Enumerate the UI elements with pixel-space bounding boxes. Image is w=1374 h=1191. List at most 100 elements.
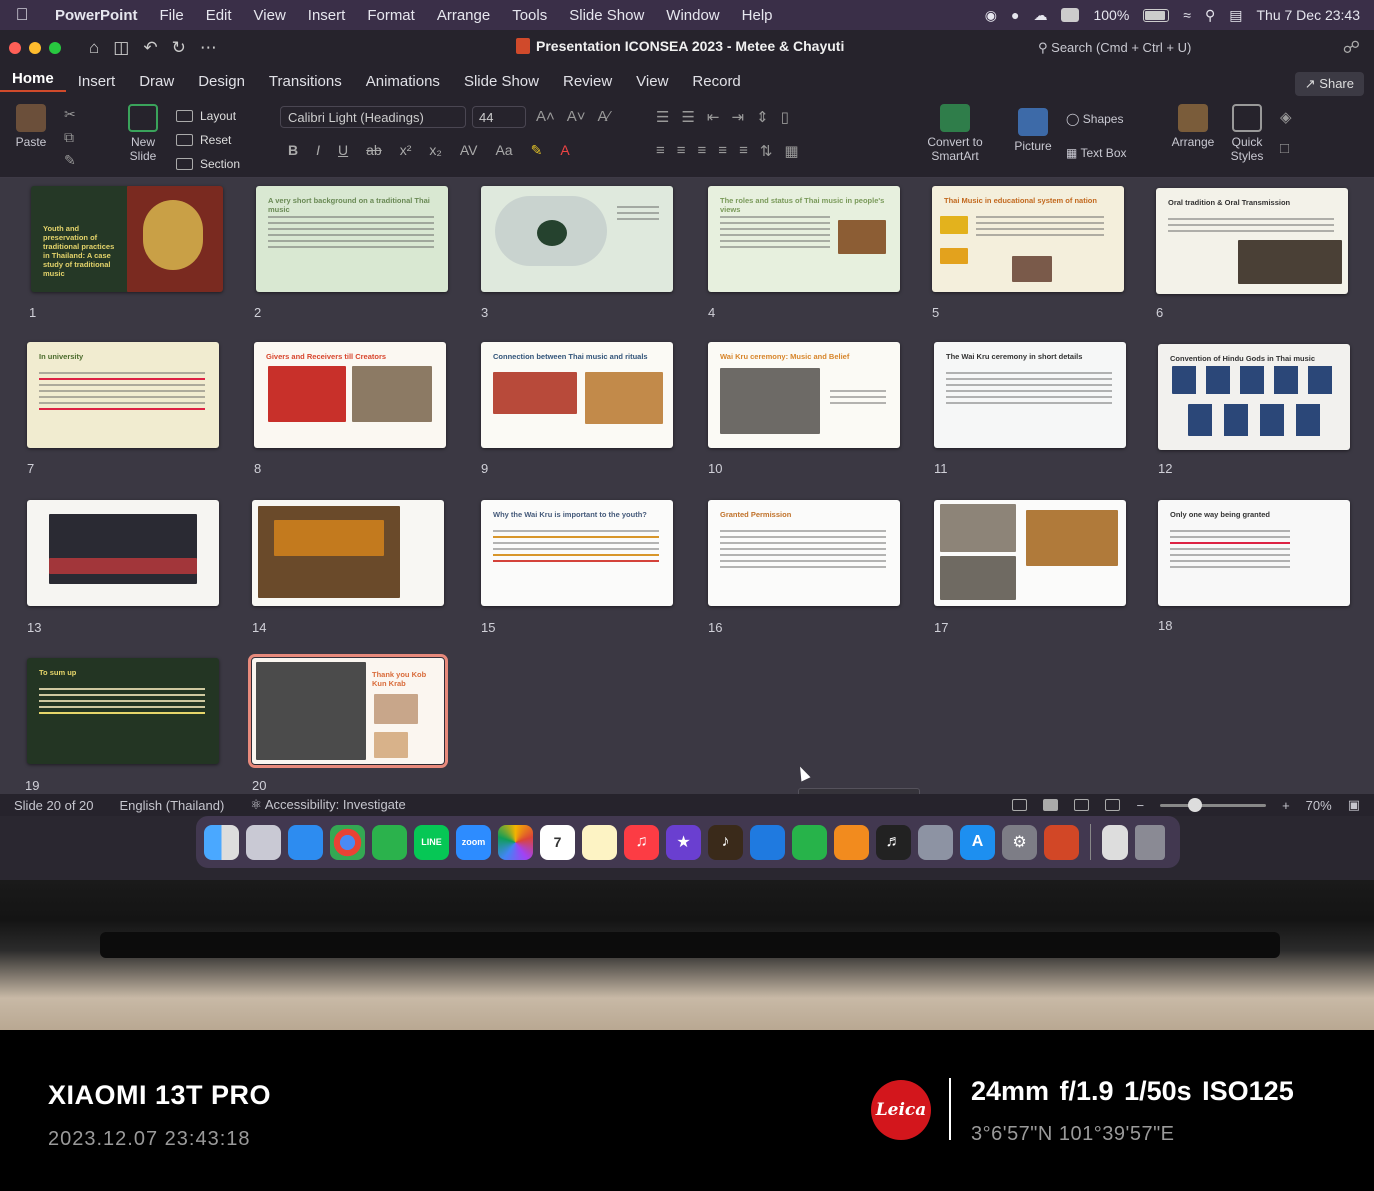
align-text-icon[interactable]: ▦ xyxy=(784,142,798,160)
copy-icon[interactable]: ⧉ xyxy=(64,129,76,146)
line-icon[interactable]: LINE xyxy=(414,824,449,860)
tab-home[interactable]: Home xyxy=(0,70,66,92)
increase-font-icon[interactable]: A˄ xyxy=(536,108,555,125)
tab-animations[interactable]: Animations xyxy=(354,73,452,90)
icloud-icon[interactable] xyxy=(288,824,323,860)
distributed-icon[interactable]: ≡ xyxy=(739,142,748,160)
slide-thumbnail[interactable]: Convention of Hindu Gods in Thai music xyxy=(1158,344,1350,450)
align-left-icon[interactable]: ≡ xyxy=(656,142,665,160)
menu-slide-show[interactable]: Slide Show xyxy=(558,7,655,24)
zoom-out-icon[interactable]: − xyxy=(1136,798,1144,813)
arrange-button[interactable]: Arrange xyxy=(1166,104,1220,149)
minimize-window-button[interactable] xyxy=(29,42,41,54)
save-icon[interactable]: ◫ xyxy=(113,38,129,58)
slide-thumbnail[interactable]: The Wai Kru ceremony in short details xyxy=(934,342,1126,448)
columns-icon[interactable]: ▯ xyxy=(781,108,789,126)
tab-record[interactable]: Record xyxy=(680,73,752,90)
zoom-icon[interactable]: zoom xyxy=(456,824,491,860)
control-center-icon[interactable]: ▤ xyxy=(1229,7,1242,24)
slide-thumbnail-selected[interactable]: Thank you Kob Kun Krab xyxy=(248,654,448,768)
font-name-select[interactable]: Calibri Light (Headings) xyxy=(280,106,466,128)
focus-icon[interactable]: ◉ xyxy=(985,7,997,24)
decrease-indent-icon[interactable]: ⇤ xyxy=(707,108,720,126)
tab-insert[interactable]: Insert xyxy=(66,73,128,90)
slide-thumbnail[interactable]: A very short background on a traditional… xyxy=(256,186,448,292)
menu-arrange[interactable]: Arrange xyxy=(426,7,501,24)
share-button[interactable]: ↗ Share xyxy=(1294,72,1364,96)
shape-fill-icon[interactable]: ◈ xyxy=(1280,108,1292,126)
search-box[interactable]: ⚲ Search (Cmd + Ctrl + U) xyxy=(1038,40,1191,56)
powerpoint-icon[interactable] xyxy=(1044,824,1079,860)
pages-icon[interactable] xyxy=(834,824,869,860)
close-window-button[interactable] xyxy=(9,42,21,54)
more-icon[interactable]: ⋯ xyxy=(200,38,217,58)
increase-indent-icon[interactable]: ⇥ xyxy=(731,108,744,126)
align-center-icon[interactable]: ≡ xyxy=(677,142,686,160)
slide-thumbnail[interactable]: Youth and preservation of traditional pr… xyxy=(31,186,223,292)
music-icon[interactable]: ♫ xyxy=(624,824,659,860)
tab-slide-show[interactable]: Slide Show xyxy=(452,73,551,90)
tab-view[interactable]: View xyxy=(624,73,680,90)
quick-styles-button[interactable]: Quick Styles xyxy=(1224,104,1270,163)
cloud-icon[interactable]: ☁ xyxy=(1033,7,1047,24)
underline-icon[interactable]: U xyxy=(338,142,348,159)
tab-draw[interactable]: Draw xyxy=(127,73,186,90)
section-button[interactable]: Section xyxy=(176,152,240,176)
slide-thumbnail[interactable] xyxy=(481,186,673,292)
zoom-slider-thumb[interactable] xyxy=(1188,797,1203,812)
creative-cloud-icon[interactable]: ● xyxy=(1011,7,1019,23)
text-direction-icon[interactable]: ⇅ xyxy=(760,142,773,160)
layout-button[interactable]: Layout xyxy=(176,104,240,128)
slide-thumbnail[interactable] xyxy=(27,500,219,606)
slide-thumbnail[interactable]: Why the Wai Kru is important to the yout… xyxy=(481,500,673,606)
slide-thumbnail[interactable]: In university xyxy=(27,342,219,448)
font-size-select[interactable]: 44 xyxy=(472,106,526,128)
new-slide-button[interactable]: New Slide xyxy=(118,104,168,163)
undo-icon[interactable]: ↶ xyxy=(143,38,157,58)
paste-button[interactable]: Paste xyxy=(10,104,52,149)
menu-file[interactable]: File xyxy=(149,7,195,24)
picture-button[interactable]: Picture xyxy=(1010,108,1056,153)
decrease-font-icon[interactable]: A˅ xyxy=(567,108,586,125)
reading-view-icon[interactable] xyxy=(1074,799,1090,811)
slide-thumbnail[interactable]: Oral tradition & Oral Transmission xyxy=(1156,188,1348,294)
superscript-icon[interactable]: x² xyxy=(400,142,412,159)
menu-view[interactable]: View xyxy=(243,7,297,24)
calendar-icon[interactable]: 7 xyxy=(540,824,575,860)
home-icon[interactable]: ⌂ xyxy=(89,38,99,58)
battery-icon[interactable] xyxy=(1143,8,1170,22)
fit-window-icon[interactable]: ▣ xyxy=(1348,797,1360,813)
format-painter-icon[interactable]: ✎ xyxy=(64,152,76,169)
clear-format-icon[interactable]: A⁄ xyxy=(598,108,611,125)
chrome-icon[interactable] xyxy=(330,824,365,860)
collaboration-icon[interactable]: ☍ xyxy=(1343,38,1360,58)
apple-icon[interactable]:  xyxy=(0,5,44,25)
numbering-icon[interactable]: ☰ xyxy=(681,108,694,126)
tab-transitions[interactable]: Transitions xyxy=(257,73,354,90)
normal-view-icon[interactable] xyxy=(1012,799,1028,811)
photos-icon[interactable] xyxy=(498,824,533,860)
slide-thumbnail[interactable]: Thai Music in educational system of nati… xyxy=(932,186,1124,292)
language-status[interactable]: English (Thailand) xyxy=(120,798,225,813)
disk-utility-icon[interactable] xyxy=(918,824,953,860)
slide-thumbnail[interactable]: Givers and Receivers till Creators xyxy=(254,342,446,448)
highlight-icon[interactable]: ✎ xyxy=(531,142,543,159)
slide-thumbnail[interactable]: To sum up xyxy=(27,658,219,764)
italic-icon[interactable]: I xyxy=(316,142,320,159)
text-box-button[interactable]: ▦ Text Box xyxy=(1066,146,1127,160)
zoom-slider[interactable] xyxy=(1160,797,1267,812)
garageband-icon[interactable]: ♪ xyxy=(708,824,743,860)
app-store-icon[interactable]: A xyxy=(960,824,995,860)
menu-app-name[interactable]: PowerPoint xyxy=(44,7,149,24)
clock[interactable]: Thu 7 Dec 23:43 xyxy=(1256,7,1360,23)
slide-thumbnail[interactable]: Wai Kru ceremony: Music and Belief xyxy=(708,342,900,448)
wifi-icon[interactable]: ≈ xyxy=(1183,7,1191,23)
menu-format[interactable]: Format xyxy=(356,7,426,24)
wechat-icon[interactable] xyxy=(372,824,407,860)
logic-icon[interactable]: ♬ xyxy=(876,824,911,860)
slide-sorter-view-icon[interactable] xyxy=(1043,799,1059,811)
tab-design[interactable]: Design xyxy=(186,73,257,90)
character-spacing-icon[interactable]: AV xyxy=(460,142,478,159)
cut-icon[interactable]: ✂ xyxy=(64,106,76,123)
justify-icon[interactable]: ≡ xyxy=(718,142,727,160)
